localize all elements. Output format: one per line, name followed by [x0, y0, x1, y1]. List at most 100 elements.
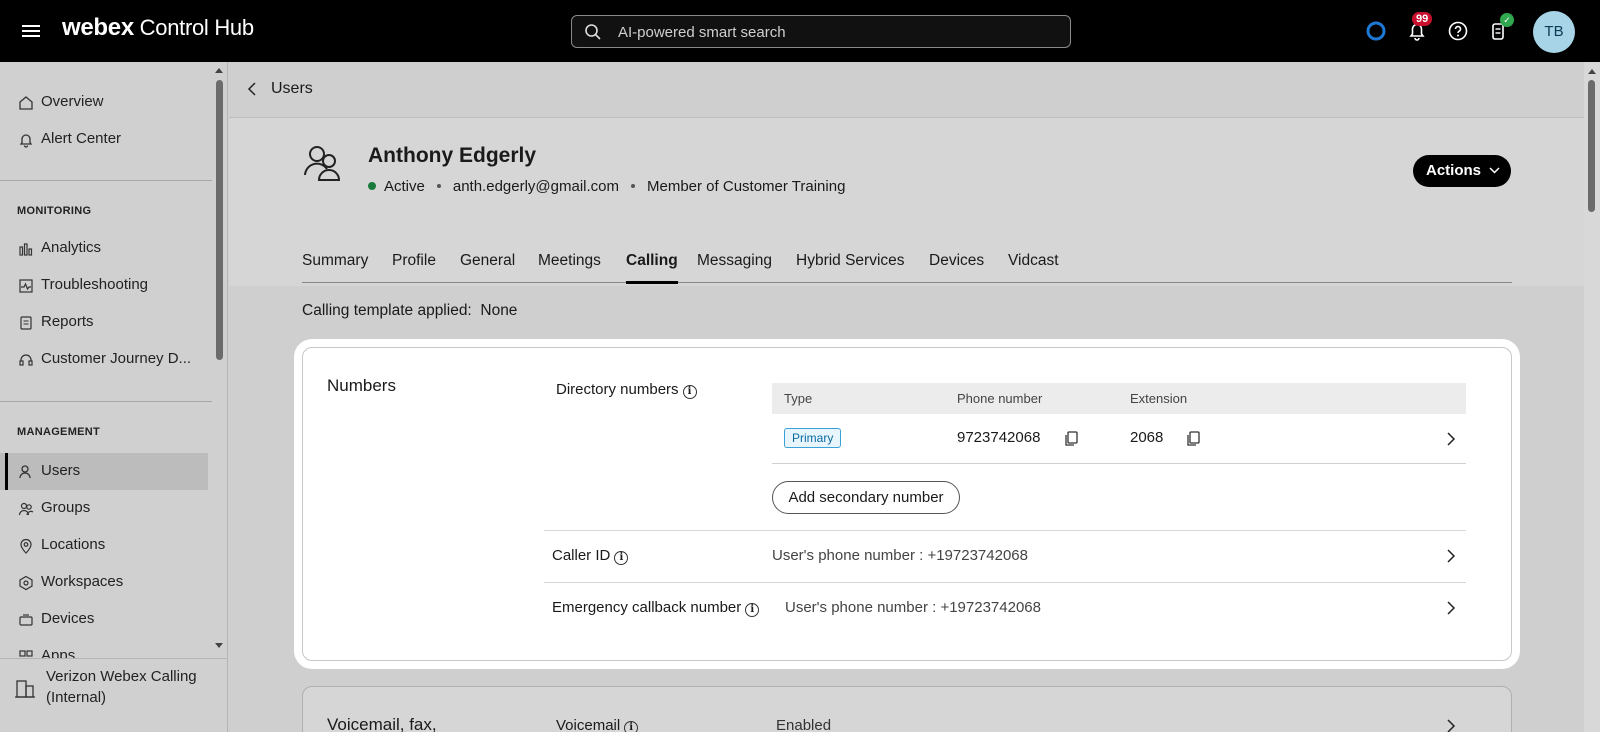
user-meta: Active anth.edgerly@gmail.com Member of Cu… [368, 178, 845, 195]
tab-devices[interactable]: Devices [929, 252, 984, 283]
scroll-up-arrow-icon[interactable] [1587, 67, 1597, 75]
emergency-callback-text: Emergency callback number [552, 599, 742, 616]
workspace-icon [19, 575, 33, 591]
device-icon [19, 614, 33, 626]
divider [0, 180, 212, 181]
apps-icon [19, 650, 33, 657]
chevron-right-icon[interactable] [1446, 432, 1456, 446]
voicemail-card-title: Voicemail, fax, [327, 715, 437, 732]
info-icon[interactable]: i [614, 551, 629, 565]
sidebar-item-analytics[interactable]: Analytics [0, 230, 208, 267]
template-value: None [480, 302, 518, 319]
sidebar-item-label: Workspaces [41, 573, 124, 590]
sidebar-item-label: Locations [41, 536, 106, 553]
groups-icon [18, 502, 34, 516]
column-header-extension: Extension [1130, 391, 1188, 406]
numbers-card-title: Numbers [327, 376, 396, 395]
user-status: Active [384, 178, 425, 195]
divider [0, 658, 228, 659]
directory-numbers-label: Directory numbers i [556, 381, 697, 399]
info-icon[interactable]: i [682, 385, 697, 399]
sidebar-item-alert-center[interactable]: Alert Center [0, 121, 208, 158]
tab-calling[interactable]: Calling [626, 252, 678, 284]
sidebar-item-devices[interactable]: Devices [0, 601, 208, 638]
sidebar-item-label: Overview [41, 93, 104, 110]
user-group-icon [304, 146, 341, 181]
sidebar-item-groups[interactable]: Groups [0, 490, 208, 527]
tab-bar: Summary Profile General Meetings Calling… [302, 252, 1512, 284]
tab-meetings[interactable]: Meetings [538, 252, 601, 283]
notification-badge: 99 [1412, 12, 1433, 26]
main-scrollbar-thumb[interactable] [1588, 80, 1595, 212]
user-icon [19, 465, 31, 479]
check-badge-icon: ✓ [1500, 13, 1514, 27]
column-header-type: Type [784, 391, 813, 406]
user-email: anth.edgerly@gmail.com [452, 178, 619, 195]
sidebar-item-troubleshooting[interactable]: Troubleshooting [0, 267, 208, 304]
voicemail-card: Voicemail, fax, Voicemail i Enabled [302, 686, 1512, 732]
actions-button[interactable]: Actions [1413, 155, 1511, 187]
numbers-card: Numbers Directory numbers i Type Phone nu… [302, 347, 1512, 661]
divider [0, 401, 212, 402]
voicemail-label: Voicemail i [556, 717, 639, 732]
sidebar-item-label: Devices [41, 610, 95, 627]
tab-profile[interactable]: Profile [392, 252, 436, 283]
location-pin-icon [20, 538, 32, 554]
copy-extension-icon[interactable] [1186, 431, 1200, 447]
troubleshooting-icon [19, 279, 33, 293]
sidebar-item-label: Customer Journey D... [41, 350, 192, 367]
sidebar-item-workspaces[interactable]: Workspaces [0, 564, 208, 601]
bell-icon [19, 134, 33, 148]
separator-dot [436, 184, 441, 188]
phone-number: 9723742068 [957, 429, 1041, 446]
chevron-right-icon[interactable] [1446, 719, 1456, 732]
info-icon[interactable]: i [745, 603, 760, 617]
tab-messaging[interactable]: Messaging [697, 252, 772, 283]
search-input[interactable]: AI-powered smart search [571, 15, 1071, 48]
hamburger-menu-icon[interactable] [22, 22, 40, 40]
chevron-right-icon[interactable] [1446, 601, 1456, 615]
divider [544, 582, 1466, 583]
sidebar-item-overview[interactable]: Overview [0, 84, 208, 121]
actions-label: Actions [1426, 162, 1482, 179]
sidebar-item-users[interactable]: Users [0, 453, 208, 490]
caller-id-text: Caller ID [552, 547, 611, 564]
tab-vidcast[interactable]: Vidcast [1008, 252, 1059, 283]
column-header-phone: Phone number [957, 391, 1043, 406]
avatar[interactable]: TB [1533, 11, 1575, 53]
sidebar-item-reports[interactable]: Reports [0, 304, 208, 341]
search-placeholder: AI-powered smart search [618, 24, 786, 41]
scroll-down-arrow-icon[interactable] [214, 642, 224, 650]
sidebar-item-apps[interactable]: Apps [0, 638, 208, 658]
add-secondary-number-button[interactable]: Add secondary number [772, 481, 960, 514]
voicemail-value: Enabled [776, 717, 832, 732]
sidebar-item-label: Users [41, 462, 81, 479]
caller-id-value: User's phone number : +19723742068 [772, 547, 1028, 564]
sidebar-item-label: Analytics [41, 239, 102, 256]
section-label-management: MANAGEMENT [17, 426, 101, 438]
tab-general[interactable]: General [460, 252, 515, 283]
copy-phone-icon[interactable] [1064, 431, 1078, 447]
info-icon[interactable]: i [624, 721, 639, 732]
tab-hybrid-services[interactable]: Hybrid Services [796, 252, 905, 283]
extension: 2068 [1130, 429, 1164, 446]
sidebar-item-locations[interactable]: Locations [0, 527, 208, 564]
scroll-up-arrow-icon[interactable] [214, 66, 224, 74]
sidebar-item-customer-journey[interactable]: Customer Journey D... [0, 341, 208, 378]
sidebar-item-label: Apps [41, 647, 76, 658]
divider [544, 530, 1466, 531]
sidebar-item-label: Troubleshooting [41, 276, 149, 293]
caller-id-label: Caller ID i [552, 547, 629, 565]
separator-dot [631, 184, 635, 188]
help-icon[interactable] [1446, 19, 1470, 43]
brand-logo: webex Control Hub [62, 14, 254, 41]
table-row[interactable]: Primary 9723742068 2068 [772, 414, 1466, 464]
home-icon [19, 96, 33, 110]
building-icon [15, 680, 35, 698]
webex-assistant-icon[interactable] [1364, 19, 1388, 43]
chevron-right-icon[interactable] [1446, 549, 1456, 563]
tab-summary[interactable]: Summary [302, 252, 368, 283]
chevron-left-icon [247, 82, 256, 96]
sidebar-item-label: Groups [41, 499, 91, 516]
sidebar-scrollbar[interactable] [216, 80, 223, 360]
